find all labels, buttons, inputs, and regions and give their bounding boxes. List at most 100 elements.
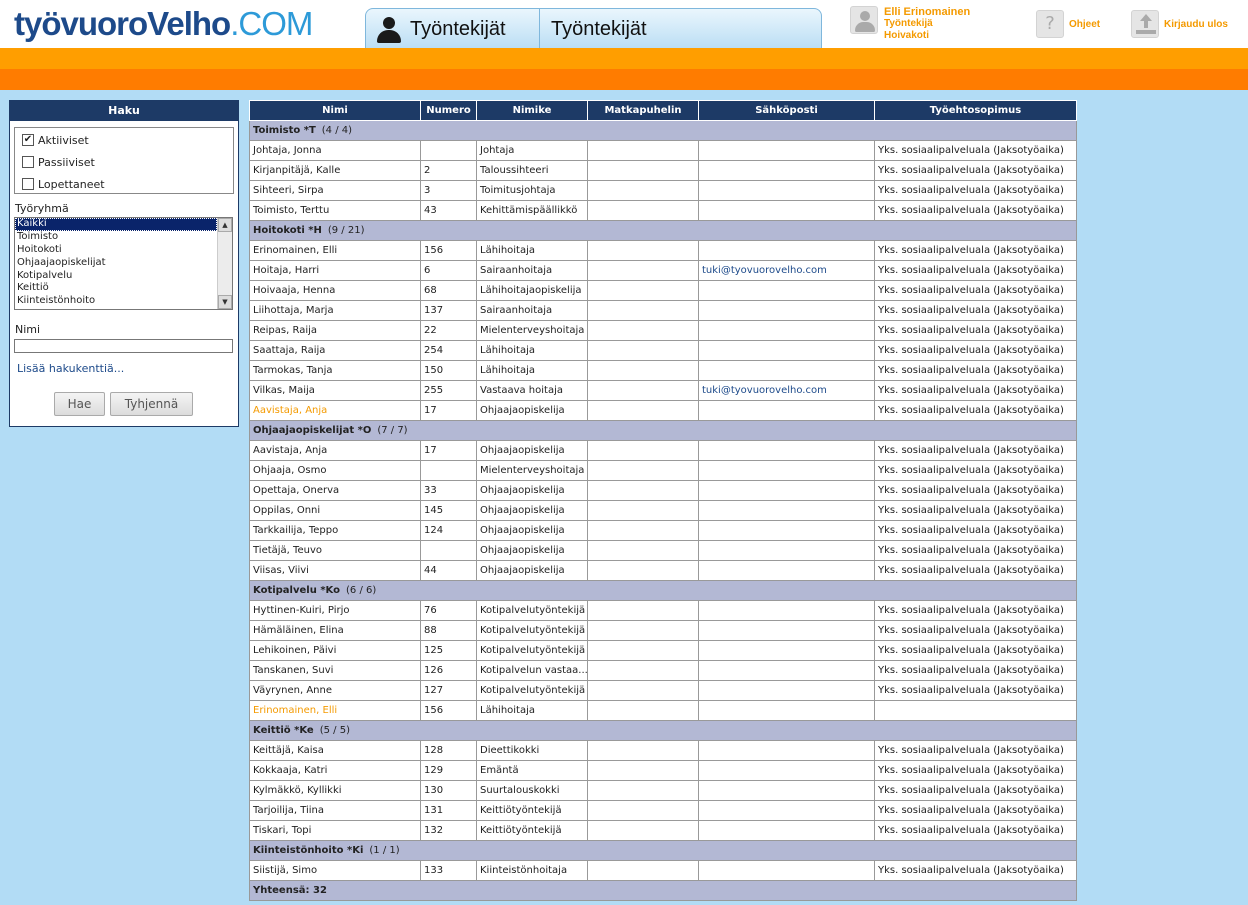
employee-number-cell: 125 xyxy=(420,640,477,661)
status-active-checkbox[interactable]: ✔ xyxy=(22,134,34,146)
table-row[interactable]: Tarmokas, Tanja 150 Lähihoitaja Yks. sosiaa… xyxy=(249,360,1077,381)
employee-number-cell: 127 xyxy=(420,680,477,701)
table-row[interactable]: Tarjoilija, Tiina 131 Keittiötyöntekijä Yks… xyxy=(249,800,1077,821)
more-search-fields-link[interactable]: Lisää hakukenttiä... xyxy=(17,362,124,375)
mobile-phone-cell xyxy=(587,240,699,261)
workgroup-listbox[interactable]: Kaikki Toimisto Hoitokoti Ohjaajaopiskel… xyxy=(14,217,233,310)
table-row[interactable]: Toimisto, Terttu 43 Kehittämispäällikkö Yks… xyxy=(249,200,1077,221)
table-row[interactable]: Opettaja, Onerva 33 Ohjaajaopiskelija Yks. … xyxy=(249,480,1077,501)
tab-employees-menu[interactable]: Työntekijät xyxy=(366,9,540,50)
table-row[interactable]: Hämäläinen, Elina 88 Kotipalvelutyöntekijä… xyxy=(249,620,1077,641)
table-row[interactable]: Viisas, Viivi 44 Ohjaajaopiskelija Yks. sos… xyxy=(249,560,1077,581)
table-row[interactable]: Väyrynen, Anne 127 Kotipalvelutyöntekijä Yk… xyxy=(249,680,1077,701)
table-row[interactable]: Tietäjä, Teuvo Ohjaajaopiskelija Yks. sosi… xyxy=(249,540,1077,561)
mobile-phone-cell xyxy=(587,440,699,461)
total-label: Yhteensä: 32 xyxy=(249,880,1077,901)
status-passive-checkbox[interactable] xyxy=(22,156,34,168)
contract-cell: Yks. sosiaalipalveluala (Jaksotyöaika) xyxy=(874,320,1077,341)
group-name: Hoitokoti *H xyxy=(253,225,322,236)
column-header[interactable]: Työehtosopimus xyxy=(874,100,1077,121)
job-title-cell: Kotipalvelutyöntekijä xyxy=(476,640,588,661)
mobile-phone-cell xyxy=(587,540,699,561)
employee-number-cell: 43 xyxy=(420,200,477,221)
table-row[interactable]: Erinomainen, Elli 156 Lähihoitaja xyxy=(249,700,1077,721)
workgroup-option[interactable]: Keittiö xyxy=(15,282,217,295)
employee-number-cell: 33 xyxy=(420,480,477,501)
table-row[interactable]: Aavistaja, Anja 17 Ohjaajaopiskelija Yks. s… xyxy=(249,440,1077,461)
status-passive-row[interactable]: Passiiviset xyxy=(22,154,95,170)
logout-upload-icon xyxy=(1131,10,1159,38)
column-header[interactable]: Matkapuhelin xyxy=(587,100,699,121)
job-title-cell: Vastaava hoitaja xyxy=(476,380,588,401)
scroll-down-icon[interactable]: ▼ xyxy=(218,295,232,309)
group-header-cell: Toimisto *T (4 / 4) xyxy=(249,120,1077,141)
column-header[interactable]: Nimi xyxy=(249,100,421,121)
table-row[interactable]: Kylmäkkö, Kyllikki 130 Suurtalouskokki Yks.… xyxy=(249,780,1077,801)
clear-button[interactable]: Tyhjennä xyxy=(110,392,193,416)
table-row[interactable]: Keittäjä, Kaisa 128 Dieettikokki Yks. sosia… xyxy=(249,740,1077,761)
email-cell[interactable]: tuki@tyovuorovelho.com xyxy=(698,380,875,401)
table-row[interactable]: Johtaja, Jonna Johtaja Yks. sosiaalipalvel… xyxy=(249,140,1077,161)
employee-name-cell: Kokkaaja, Katri xyxy=(249,760,421,781)
table-row[interactable]: Tiskari, Topi 132 Keittiötyöntekijä Yks. so… xyxy=(249,820,1077,841)
contract-cell: Yks. sosiaalipalveluala (Jaksotyöaika) xyxy=(874,360,1077,381)
status-quit-label: Lopettaneet xyxy=(38,177,105,191)
status-quit-checkbox[interactable] xyxy=(22,178,34,190)
user-info[interactable]: Elli Erinomainen Työntekijä Hoivakoti xyxy=(850,6,970,42)
table-row[interactable]: Liihottaja, Marja 137 Sairaanhoitaja Yks. s… xyxy=(249,300,1077,321)
job-title-cell: Johtaja xyxy=(476,140,588,161)
table-row[interactable]: Vilkas, Maija 255 Vastaava hoitaja tuki@tyo… xyxy=(249,380,1077,401)
table-row[interactable]: Kirjanpitäjä, Kalle 2 Taloussihteeri Yks. s… xyxy=(249,160,1077,181)
name-input[interactable] xyxy=(14,339,233,353)
workgroup-option[interactable]: Toimisto xyxy=(15,231,217,244)
table-row[interactable]: Hoitaja, Harri 6 Sairaanhoitaja tuki@tyovuo… xyxy=(249,260,1077,281)
table-row[interactable]: Hoivaaja, Henna 68 Lähihoitajaopiskelija Yk… xyxy=(249,280,1077,301)
table-row[interactable]: Kokkaaja, Katri 129 Emäntä Yks. sosiaalipal… xyxy=(249,760,1077,781)
mobile-phone-cell xyxy=(587,860,699,881)
mobile-phone-cell xyxy=(587,780,699,801)
contract-cell: Yks. sosiaalipalveluala (Jaksotyöaika) xyxy=(874,460,1077,481)
workgroup-option[interactable]: Hoitokoti xyxy=(15,244,217,257)
app-logo[interactable]: työvuoroVelho.COM xyxy=(14,4,313,44)
help-link[interactable]: ? Ohjeet xyxy=(1036,10,1100,38)
workgroup-option[interactable]: Kiinteistönhoito xyxy=(15,295,217,308)
table-row[interactable]: Sihteeri, Sirpa 3 Toimitusjohtaja Yks. sosi… xyxy=(249,180,1077,201)
table-row[interactable]: Erinomainen, Elli 156 Lähihoitaja Yks. sosi… xyxy=(249,240,1077,261)
column-header[interactable]: Nimike xyxy=(476,100,588,121)
status-quit-row[interactable]: Lopettaneet xyxy=(22,176,105,192)
table-row[interactable]: Aavistaja, Anja 17 Ohjaajaopiskelija Yks. s… xyxy=(249,400,1077,421)
email-cell[interactable]: tuki@tyovuorovelho.com xyxy=(698,260,875,281)
table-row[interactable]: Hyttinen-Kuiri, Pirjo 76 Kotipalvelutyönte… xyxy=(249,600,1077,621)
table-row[interactable]: Tanskanen, Suvi 126 Kotipalvelun vastaa...… xyxy=(249,660,1077,681)
email-cell xyxy=(698,240,875,261)
listbox-scrollbar[interactable]: ▲ ▼ xyxy=(217,218,232,309)
scroll-up-icon[interactable]: ▲ xyxy=(218,218,232,232)
contract-cell: Yks. sosiaalipalveluala (Jaksotyöaika) xyxy=(874,260,1077,281)
table-row[interactable]: Ohjaaja, Osmo Mielenterveyshoitaja Yks. so… xyxy=(249,460,1077,481)
table-row[interactable]: Reipas, Raija 22 Mielenterveyshoitaja Yks. … xyxy=(249,320,1077,341)
workgroup-option[interactable]: Kaikki xyxy=(15,218,217,231)
tab-employees-active[interactable]: Työntekijät xyxy=(541,9,821,50)
column-header[interactable]: Sähköposti xyxy=(698,100,875,121)
table-row[interactable]: Saattaja, Raija 254 Lähihoitaja Yks. sosiaa… xyxy=(249,340,1077,361)
employee-name-cell: Oppilas, Onni xyxy=(249,500,421,521)
job-title-cell: Kotipalvelutyöntekijä xyxy=(476,600,588,621)
table-row[interactable]: Lehikoinen, Päivi 125 Kotipalvelutyöntekij… xyxy=(249,640,1077,661)
workgroup-option[interactable]: Ohjaajaopiskelijat xyxy=(15,257,217,270)
job-title-cell: Ohjaajaopiskelija xyxy=(476,540,588,561)
logout-link[interactable]: Kirjaudu ulos xyxy=(1131,10,1228,38)
status-active-label: Aktiiviset xyxy=(38,133,89,147)
employee-name-cell: Sihteeri, Sirpa xyxy=(249,180,421,201)
group-count: (9 / 21) xyxy=(327,225,365,236)
employee-name-cell: Hoivaaja, Henna xyxy=(249,280,421,301)
table-row[interactable]: Oppilas, Onni 145 Ohjaajaopiskelija Yks. so… xyxy=(249,500,1077,521)
column-header[interactable]: Numero xyxy=(420,100,477,121)
table-row[interactable]: Tarkkailija, Teppo 124 Ohjaajaopiskelija Yk… xyxy=(249,520,1077,541)
search-button[interactable]: Hae xyxy=(54,392,105,416)
employee-name-cell: Liihottaja, Marja xyxy=(249,300,421,321)
table-row[interactable]: Siistijä, Simo 133 Kiinteistönhoitaja Yks. … xyxy=(249,860,1077,881)
workgroup-option[interactable]: Kotipalvelu xyxy=(15,270,217,283)
status-active-row[interactable]: ✔ Aktiiviset xyxy=(22,132,89,148)
contract-cell: Yks. sosiaalipalveluala (Jaksotyöaika) xyxy=(874,160,1077,181)
email-cell xyxy=(698,180,875,201)
